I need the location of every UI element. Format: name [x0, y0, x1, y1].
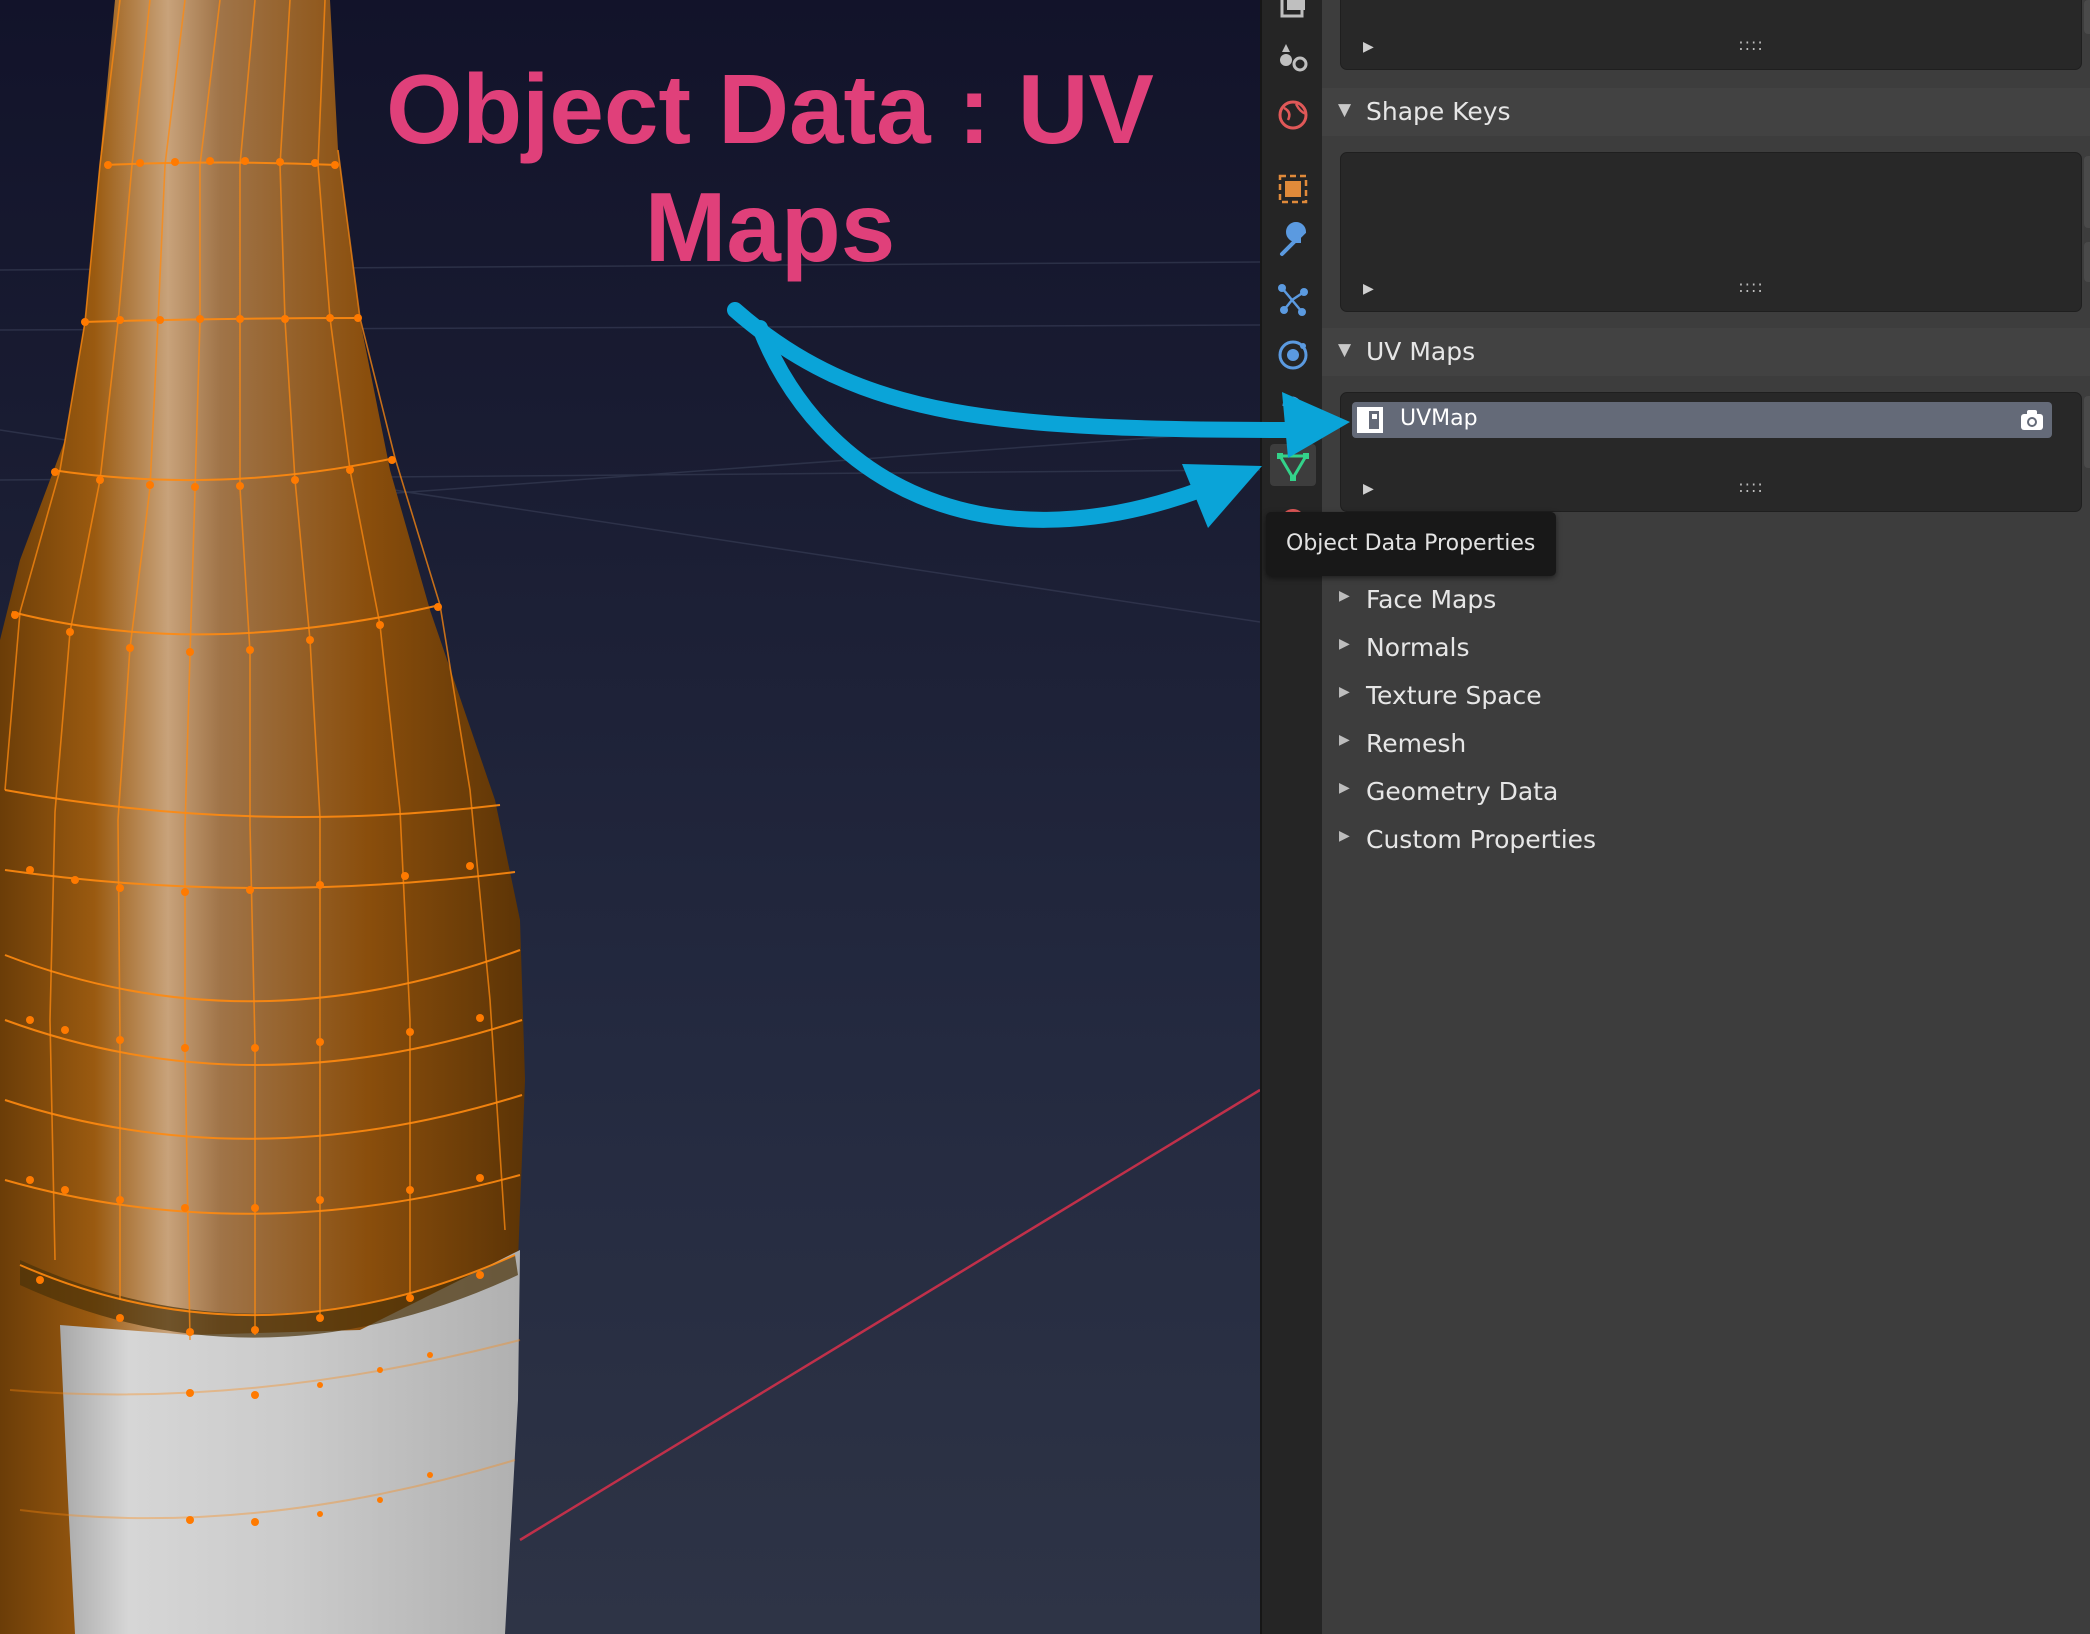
- expand-triangle-icon: ▶: [1339, 828, 1350, 844]
- add-uv-map-button[interactable]: [2084, 396, 2090, 468]
- tooltip: Object Data Properties: [1266, 512, 1556, 576]
- panel-header-shape-keys[interactable]: ▼ Shape Keys: [1322, 88, 2090, 136]
- collapse-triangle-icon: ▼: [1338, 100, 1352, 120]
- camera-icon[interactable]: [2018, 406, 2046, 434]
- list-expand-icon[interactable]: ▶: [1363, 481, 1374, 497]
- properties-editor: ▶ :::: ▼ Shape Keys ▶ :::: ▼ UV Maps ▶ :…: [1322, 0, 2090, 1634]
- uv-map-name[interactable]: UVMap: [1400, 406, 1478, 431]
- constraints-properties-icon[interactable]: [1272, 386, 1314, 428]
- panel-title-uv-maps: UV Maps: [1366, 337, 1476, 366]
- list-resize-grip[interactable]: ::::: [1721, 277, 1781, 296]
- annotation-title: Object Data : UV Maps: [320, 50, 1220, 286]
- vertex-groups-list[interactable]: ▶ ::::: [1340, 0, 2082, 70]
- list-resize-grip[interactable]: ::::: [1721, 35, 1781, 54]
- object-data-properties-icon[interactable]: [1270, 444, 1316, 486]
- panel-header-texture-space[interactable]: ▶ Texture Space: [1322, 672, 2090, 720]
- panel-title: Texture Space: [1366, 681, 1542, 710]
- panel-header-normals[interactable]: ▶ Normals: [1322, 624, 2090, 672]
- panel-header-geometry-data[interactable]: ▶ Geometry Data: [1322, 768, 2090, 816]
- object-properties-icon[interactable]: [1272, 168, 1314, 210]
- modifier-properties-icon[interactable]: [1272, 222, 1314, 264]
- panel-header-uv-maps[interactable]: ▼ UV Maps: [1322, 328, 2090, 376]
- output-properties-icon[interactable]: [1272, 0, 1314, 28]
- annotation-title-line-1: Object Data : UV: [386, 54, 1154, 164]
- list-expand-icon[interactable]: ▶: [1363, 39, 1374, 55]
- list-resize-grip[interactable]: ::::: [1721, 477, 1781, 496]
- world-properties-icon[interactable]: [1272, 94, 1314, 136]
- x-axis-line: [519, 1088, 1260, 1542]
- panel-title: Custom Properties: [1366, 825, 1597, 854]
- annotation-title-line-2: Maps: [644, 172, 896, 282]
- list-expand-icon[interactable]: ▶: [1363, 281, 1374, 297]
- properties-tab-strip: [1260, 0, 1324, 1634]
- uv-map-list-item[interactable]: UVMap: [1352, 402, 2052, 438]
- panel-title-shape-keys: Shape Keys: [1366, 97, 1511, 126]
- expand-triangle-icon: ▶: [1339, 780, 1350, 796]
- panel-header-remesh[interactable]: ▶ Remesh: [1322, 720, 2090, 768]
- uv-map-icon: [1357, 407, 1383, 433]
- collapse-triangle-icon: ▼: [1338, 340, 1352, 360]
- physics-properties-icon[interactable]: [1272, 334, 1314, 376]
- add-shape-key-button[interactable]: [2084, 156, 2090, 228]
- panel-header-custom-properties[interactable]: ▶ Custom Properties: [1322, 816, 2090, 864]
- particles-properties-icon[interactable]: [1272, 278, 1314, 320]
- shape-keys-list[interactable]: ▶ ::::: [1340, 152, 2082, 312]
- expand-triangle-icon: ▶: [1339, 684, 1350, 700]
- panel-title: Face Maps: [1366, 585, 1497, 614]
- panel-header-face-maps[interactable]: ▶ Face Maps: [1322, 576, 2090, 624]
- expand-triangle-icon: ▶: [1339, 588, 1350, 604]
- panel-title: Remesh: [1366, 729, 1467, 758]
- expand-triangle-icon: ▶: [1339, 732, 1350, 748]
- list-side-button[interactable]: [2084, 0, 2090, 34]
- remove-shape-key-button[interactable]: [2084, 242, 2090, 282]
- panel-title: Normals: [1366, 633, 1470, 662]
- panel-title: Geometry Data: [1366, 777, 1559, 806]
- expand-triangle-icon: ▶: [1339, 636, 1350, 652]
- 3d-viewport[interactable]: Object Data : UV Maps: [0, 0, 1260, 1634]
- scene-properties-icon[interactable]: [1272, 38, 1314, 80]
